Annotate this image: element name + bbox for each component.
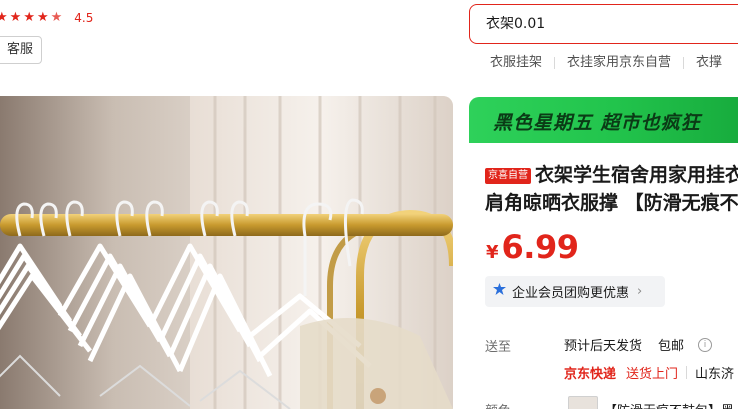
- delivery-info: 预计后天发货 包邮 i: [564, 335, 713, 354]
- logistics-row: 京东快递 送货上门 山东济: [564, 363, 734, 382]
- rating-value: 4.5: [74, 11, 94, 25]
- star-icon: ★: [9, 10, 22, 25]
- product-rating: ★ ★ ★ ★ ★ 4.5: [0, 10, 94, 26]
- variant-thumbnail[interactable]: [568, 396, 598, 409]
- product-title-continued: 肩角晾晒衣服撑 【防滑无痕不: [485, 192, 738, 214]
- hot-search-words: 衣服挂架 衣挂家用京东自营 衣撑: [490, 54, 734, 72]
- star-icon: ★: [0, 10, 8, 25]
- half-star-icon: ★: [50, 10, 63, 25]
- enterprise-icon: [493, 283, 506, 300]
- deliver-to-label: 送至: [485, 340, 512, 355]
- divider: [686, 366, 688, 379]
- hot-word[interactable]: 衣挂家用京东自营: [555, 54, 683, 72]
- variant-option[interactable]: 【防滑无痕不鼓包】黑: [604, 400, 734, 409]
- enterprise-discount-link[interactable]: 企业会员团购更优惠 ›: [485, 276, 665, 307]
- star-icon: ★: [23, 10, 35, 25]
- self-operated-badge: 京喜自营: [485, 168, 531, 184]
- info-icon[interactable]: i: [698, 337, 713, 352]
- enterprise-label: 企业会员团购更优惠: [512, 286, 630, 301]
- hot-word[interactable]: 衣服挂架: [490, 54, 554, 72]
- color-label: 颜色: [485, 400, 511, 409]
- promo-banner[interactable]: 黑色星期五 超市也疯狂: [469, 97, 738, 143]
- door-delivery-label: 送货上门: [626, 367, 679, 382]
- price-value: 6.99: [501, 228, 579, 266]
- product-title: 衣架学生宿舍用家用挂衣: [535, 164, 738, 186]
- contact-service-button[interactable]: 客服: [0, 36, 43, 64]
- currency-symbol: ¥: [486, 242, 499, 263]
- promo-text: 黑色星期五 超市也疯狂: [493, 112, 701, 134]
- chevron-right-icon: ›: [637, 284, 643, 299]
- carrier-label: 京东快递: [564, 367, 617, 382]
- product-price: ¥ 6.99: [486, 228, 579, 266]
- hot-word[interactable]: 衣撑: [684, 54, 734, 72]
- product-main-image[interactable]: [0, 96, 453, 409]
- star-icon: ★: [36, 10, 49, 25]
- region-selector[interactable]: 山东济: [695, 363, 734, 382]
- free-shipping: 包邮: [658, 339, 685, 354]
- ship-time: 预计后天发货: [564, 339, 643, 354]
- search-input[interactable]: 衣架0.01: [469, 4, 738, 44]
